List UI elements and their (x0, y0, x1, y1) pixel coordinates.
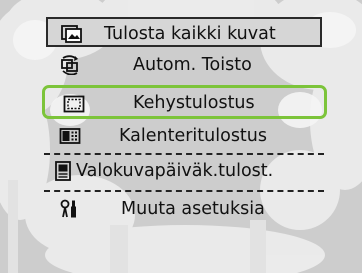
print-menu-screen: Tulosta kaikki kuvat Autom. Toisto Kehys… (0, 0, 362, 273)
settings-tools-icon (60, 199, 76, 218)
menu-item-photo-diary-print[interactable]: Valokuvapäiväk.tulost. (40, 156, 330, 186)
menu-divider (44, 153, 324, 155)
menu-item-label: Valokuvapäiväk.tulost. (76, 161, 274, 181)
menu-item-label: Kehystulostus (133, 93, 255, 113)
menu-item-label: Kalenteritulostus (119, 126, 268, 146)
calendar-print-icon (59, 128, 81, 144)
menu-divider (44, 190, 324, 192)
menu-item-calendar-print[interactable]: Kalenteritulostus (46, 121, 322, 151)
menu-item-label: Tulosta kaikki kuvat (104, 24, 276, 44)
menu-item-auto-repeat[interactable]: Autom. Toisto (46, 50, 322, 80)
menu-item-frame-print[interactable]: Kehystulostus (42, 85, 327, 119)
frame-print-icon (63, 95, 85, 113)
menu-item-label: Autom. Toisto (133, 55, 252, 75)
auto-repeat-icon (61, 55, 78, 75)
photo-diary-print-icon (55, 161, 71, 181)
print-all-images-icon (61, 25, 82, 43)
menu-item-label: Muuta asetuksia (121, 199, 265, 219)
menu-item-change-settings[interactable]: Muuta asetuksia (46, 194, 322, 224)
menu-item-print-all-images[interactable]: Tulosta kaikki kuvat (46, 17, 322, 47)
print-options-menu: Tulosta kaikki kuvat Autom. Toisto Kehys… (0, 0, 362, 273)
